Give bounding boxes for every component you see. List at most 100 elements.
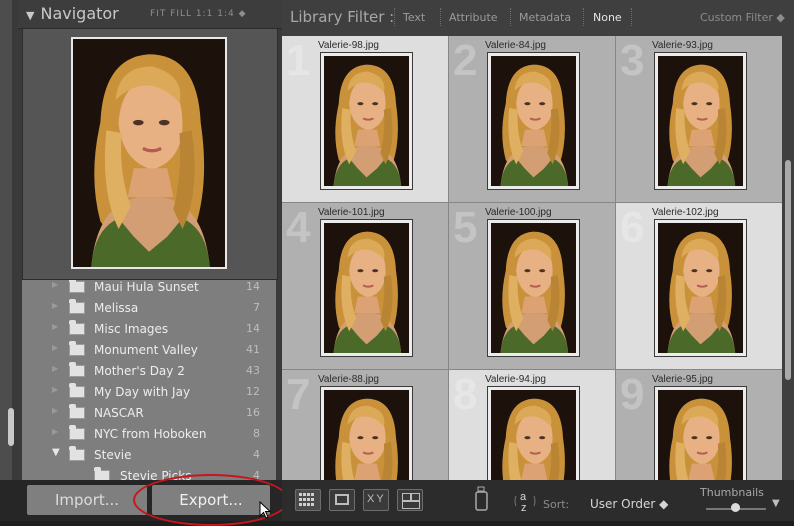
- folder-row[interactable]: ▼ Stevie 4: [22, 445, 276, 466]
- navigator-preview-image[interactable]: [71, 37, 227, 269]
- thumbnail-filename: Valerie-100.jpg: [485, 207, 552, 218]
- cell-index-number: 3: [620, 36, 645, 85]
- disclosure-triangle-icon[interactable]: ▶: [52, 322, 58, 331]
- folder-name: My Day with Jay: [94, 385, 191, 399]
- folder-row[interactable]: ▶ Melissa 7: [22, 298, 276, 319]
- folder-row[interactable]: ▶ NASCAR 16: [22, 403, 276, 424]
- folder-count: 7: [253, 301, 260, 314]
- navigator-title[interactable]: ▼ Navigator: [26, 4, 119, 23]
- thumbnail-cell[interactable]: 7 Valerie-88.jpg: [282, 370, 449, 480]
- filter-attribute-option[interactable]: Attribute: [449, 11, 498, 24]
- filter-separator: [510, 8, 512, 26]
- thumbnail-frame[interactable]: [487, 52, 580, 190]
- disclosure-triangle-icon[interactable]: ▼: [52, 447, 60, 458]
- custom-filter-dropdown[interactable]: Custom Filter ◆: [700, 11, 785, 24]
- thumbnail-cell[interactable]: 1 Valerie-98.jpg: [282, 36, 449, 203]
- thumbnail-filename: Valerie-94.jpg: [485, 374, 546, 385]
- folder-row[interactable]: ▶ My Day with Jay 12: [22, 382, 276, 403]
- filter-none-option[interactable]: None: [593, 11, 622, 24]
- thumbnail-cell[interactable]: 4 Valerie-101.jpg: [282, 203, 449, 370]
- filter-text-option[interactable]: Text: [403, 11, 425, 24]
- grid-view-icon[interactable]: [295, 489, 321, 511]
- folder-icon: [69, 446, 85, 461]
- thumbnail-cell[interactable]: 3 Valerie-93.jpg: [616, 36, 782, 203]
- folder-count: 16: [246, 406, 260, 419]
- folder-row[interactable]: ▶ NYC from Hoboken 8: [22, 424, 276, 445]
- folder-count: 43: [246, 364, 260, 377]
- grid-scrollbar-thumb[interactable]: [785, 160, 791, 380]
- import-button[interactable]: Import...: [27, 485, 147, 515]
- filter-separator: [394, 8, 396, 26]
- loupe-view-icon[interactable]: [329, 489, 355, 511]
- cell-index-number: 2: [453, 36, 478, 85]
- mouse-cursor-icon: [259, 501, 272, 519]
- thumbnail-cell[interactable]: 8 Valerie-94.jpg: [449, 370, 616, 480]
- sort-label: Sort:: [543, 498, 570, 511]
- cell-index-number: 6: [620, 203, 645, 252]
- compare-view-icon[interactable]: XY: [363, 489, 389, 511]
- folder-count: 12: [246, 385, 260, 398]
- disclosure-triangle-icon[interactable]: ▶: [52, 385, 58, 394]
- disclosure-triangle-icon[interactable]: ▶: [52, 301, 58, 310]
- thumbnail-cell[interactable]: 6 Valerie-102.jpg: [616, 203, 782, 370]
- thumbnail-frame[interactable]: [487, 386, 580, 480]
- portrait-thumbnail-image: [324, 223, 409, 353]
- folder-name: Misc Images: [94, 322, 169, 336]
- thumbnail-cell[interactable]: 2 Valerie-84.jpg: [449, 36, 616, 203]
- thumbnail-filename: Valerie-101.jpg: [318, 207, 385, 218]
- folder-count: 14: [246, 280, 260, 293]
- folder-name: Melissa: [94, 301, 139, 315]
- folder-name: Monument Valley: [94, 343, 198, 357]
- cell-index-number: 8: [453, 370, 478, 419]
- toolbar-menu-chevron-icon[interactable]: ▼: [772, 498, 780, 509]
- spray-can-icon[interactable]: [474, 486, 490, 512]
- thumbnail-cell[interactable]: 5 Valerie-100.jpg: [449, 203, 616, 370]
- folder-count: 4: [253, 448, 260, 461]
- disclosure-triangle-icon[interactable]: ▶: [52, 427, 58, 436]
- disclosure-triangle-icon[interactable]: ▶: [52, 280, 58, 289]
- portrait-thumbnail-image: [324, 390, 409, 480]
- thumbnail-frame[interactable]: [654, 219, 747, 357]
- folder-row[interactable]: ▶ Mother's Day 2 43: [22, 361, 276, 382]
- thumbnail-frame[interactable]: [320, 219, 413, 357]
- thumbnail-filename: Valerie-93.jpg: [652, 40, 713, 51]
- filter-separator: [631, 8, 633, 26]
- folder-count: 8: [253, 427, 260, 440]
- thumbnail-cell[interactable]: 9 Valerie-95.jpg: [616, 370, 782, 480]
- survey-view-icon[interactable]: [397, 489, 423, 511]
- sort-order-dropdown[interactable]: User Order ◆: [590, 497, 668, 511]
- filter-metadata-option[interactable]: Metadata: [519, 11, 571, 24]
- folder-name: Maui Hula Sunset: [94, 280, 199, 294]
- folder-row[interactable]: ▶ Monument Valley 41: [22, 340, 276, 361]
- sort-direction-icon[interactable]: az: [512, 488, 538, 514]
- collapse-triangle-icon[interactable]: ▼: [26, 9, 34, 22]
- thumbnail-frame[interactable]: [654, 52, 747, 190]
- folder-count: 14: [246, 322, 260, 335]
- portrait-thumbnail-image: [658, 390, 743, 480]
- disclosure-triangle-icon[interactable]: ▶: [52, 343, 58, 352]
- portrait-thumbnail-image: [658, 223, 743, 353]
- left-panel-scrollbar[interactable]: [8, 408, 14, 446]
- navigator-zoom-options[interactable]: FIT FILL 1:1 1:4 ◆: [150, 9, 247, 19]
- folder-row[interactable]: ▶ Maui Hula Sunset 14: [22, 280, 276, 298]
- svg-text:z: z: [521, 502, 527, 514]
- thumbnail-frame[interactable]: [487, 219, 580, 357]
- thumbnail-frame[interactable]: [320, 386, 413, 480]
- folder-name: NYC from Hoboken: [94, 427, 207, 441]
- portrait-thumbnail-image: [491, 390, 576, 480]
- portrait-thumbnail-image: [658, 56, 743, 186]
- thumbnail-size-slider-knob[interactable]: [731, 503, 740, 512]
- folder-icon: [69, 362, 85, 377]
- folder-icon: [69, 341, 85, 356]
- thumbnail-filename: Valerie-84.jpg: [485, 40, 546, 51]
- folder-list: ▶ Maui Hula Sunset 14 ▶ Melissa 7 ▶ Misc Images…: [22, 280, 276, 480]
- folder-icon: [69, 280, 85, 293]
- portrait-image: [73, 39, 225, 267]
- thumbnail-frame[interactable]: [320, 52, 413, 190]
- folder-count: 41: [246, 343, 260, 356]
- folder-row[interactable]: ▶ Misc Images 14: [22, 319, 276, 340]
- disclosure-triangle-icon[interactable]: ▶: [52, 364, 58, 373]
- thumbnail-filename: Valerie-98.jpg: [318, 40, 379, 51]
- disclosure-triangle-icon[interactable]: ▶: [52, 406, 58, 415]
- thumbnail-frame[interactable]: [654, 386, 747, 480]
